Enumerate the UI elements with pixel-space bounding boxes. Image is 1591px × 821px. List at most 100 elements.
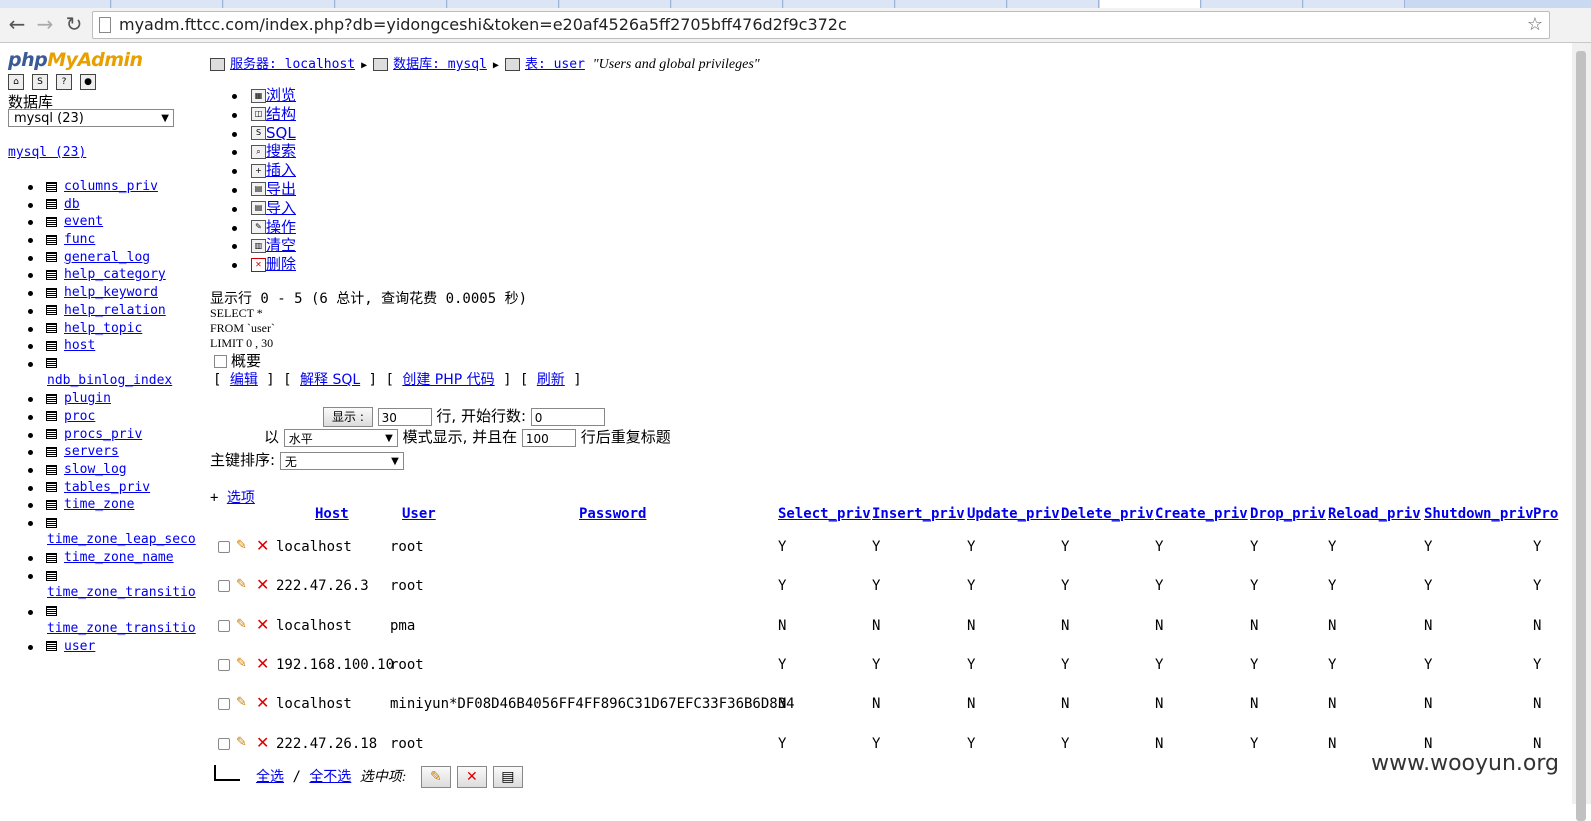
browser-tab[interactable] — [1008, 0, 1099, 8]
select-all-link[interactable]: 全选 — [256, 769, 284, 785]
table-icon[interactable] — [46, 287, 57, 298]
tab-label[interactable]: 操作 — [266, 218, 296, 236]
delete-selected-button[interactable]: ✕ — [456, 766, 487, 788]
tab-structure[interactable]: ◫ 结构 — [232, 105, 296, 124]
delete-x-icon[interactable]: ✕ — [256, 537, 269, 555]
table-icon[interactable] — [46, 252, 57, 263]
tab-browse[interactable]: ▦ 浏览 — [232, 86, 296, 105]
browser-tab[interactable] — [672, 0, 783, 8]
sidebar-table-link[interactable]: event — [64, 214, 103, 229]
edit-pencil-icon[interactable]: ✎ — [236, 539, 250, 553]
tab-search[interactable]: ⌕ 搜索 — [232, 142, 296, 161]
browser-tab-active[interactable] — [1100, 0, 1201, 8]
table-icon[interactable] — [46, 393, 57, 404]
tab-label[interactable]: 结构 — [266, 105, 296, 123]
table-icon[interactable] — [46, 234, 57, 245]
breadcrumb-database[interactable]: 数据库: mysql — [393, 57, 487, 72]
export-selected-button[interactable]: ▤ — [492, 766, 523, 788]
mode-select[interactable]: 水平 ▼ — [283, 428, 398, 447]
browser-tab[interactable] — [1304, 0, 1405, 8]
delete-x-icon[interactable]: ✕ — [256, 694, 269, 712]
sidebar-table-link[interactable]: help_category — [64, 267, 166, 282]
vertical-scrollbar[interactable] — [1572, 43, 1591, 821]
edit-selected-button[interactable]: ✎ — [420, 766, 451, 788]
address-bar[interactable]: myadm.fttcc.com/index.php?db=yidongceshi… — [92, 11, 1550, 39]
sidebar-table-link[interactable]: servers — [64, 444, 119, 459]
table-icon[interactable] — [46, 517, 57, 528]
database-link[interactable]: mysql (23) — [8, 145, 86, 160]
tab-insert[interactable]: + 插入 — [232, 161, 296, 180]
tab-sql[interactable]: S SQL — [232, 124, 296, 143]
breadcrumb-table[interactable]: 表: user — [525, 57, 585, 72]
phpmyadmin-logo[interactable]: phpMyAdmin — [8, 49, 143, 71]
back-arrow-icon[interactable]: ← — [5, 12, 29, 36]
sidebar-table-link[interactable]: help_topic — [64, 321, 142, 336]
row-checkbox[interactable] — [218, 658, 230, 671]
sidebar-table-link[interactable]: plugin — [64, 391, 111, 406]
sidebar-table-link[interactable]: time_zone — [64, 497, 134, 512]
table-icon[interactable] — [46, 181, 57, 192]
row-checkbox[interactable] — [218, 619, 230, 632]
sidebar-table-link[interactable]: time_zone_leap_seco — [47, 531, 196, 549]
tab-empty[interactable]: ▥ 清空 — [232, 236, 296, 255]
table-icon[interactable] — [46, 323, 57, 333]
table-icon[interactable] — [46, 305, 57, 316]
table-icon[interactable] — [46, 358, 57, 369]
docs-icon[interactable]: ● — [80, 74, 96, 90]
sort-column-link[interactable]: Shutdown_priv — [1424, 506, 1534, 522]
edit-pencil-icon[interactable]: ✎ — [236, 656, 250, 671]
browser-tab[interactable] — [896, 0, 1007, 8]
sort-column-link[interactable]: Password — [579, 506, 646, 522]
browser-tab[interactable] — [112, 0, 223, 8]
browser-tab[interactable] — [784, 0, 895, 8]
table-icon[interactable] — [46, 216, 57, 227]
home-icon[interactable]: ⌂ — [8, 74, 24, 90]
browser-tab[interactable] — [336, 0, 447, 8]
sort-column-link[interactable]: Select_priv — [778, 506, 871, 522]
row-checkbox[interactable] — [218, 698, 230, 711]
browser-tab[interactable] — [0, 0, 111, 8]
delete-x-icon[interactable]: ✕ — [256, 615, 269, 634]
sidebar-table-link[interactable]: help_relation — [64, 303, 166, 318]
edit-pencil-icon[interactable]: ✎ — [236, 578, 250, 592]
row-checkbox[interactable] — [218, 737, 230, 750]
sidebar-table-link[interactable]: slow_log — [64, 462, 127, 477]
tab-operations[interactable]: ✎ 操作 — [232, 218, 296, 237]
sort-column-link[interactable]: Drop_priv — [1250, 506, 1326, 522]
delete-x-icon[interactable]: ✕ — [256, 576, 269, 594]
row-checkbox[interactable] — [218, 541, 230, 553]
tab-label[interactable]: 清空 — [266, 236, 296, 254]
sort-column-link[interactable]: Reload_priv — [1328, 506, 1421, 522]
rows-input[interactable]: 30 — [377, 407, 432, 426]
sidebar-table-link[interactable]: time_zone_transitio — [47, 620, 196, 638]
sort-select[interactable]: 无 ▼ — [279, 451, 404, 470]
sidebar-table-link[interactable]: time_zone_transitio — [47, 584, 196, 602]
edit-pencil-icon[interactable]: ✎ — [236, 617, 250, 632]
table-icon[interactable] — [46, 482, 57, 493]
edit-pencil-icon[interactable]: ✎ — [236, 735, 250, 750]
table-icon[interactable] — [46, 464, 57, 475]
table-icon[interactable] — [46, 570, 57, 581]
tab-label[interactable]: SQL — [266, 124, 296, 142]
sidebar-table-link[interactable]: db — [64, 197, 80, 212]
sort-column-link[interactable]: Delete_priv — [1061, 506, 1154, 522]
sidebar-table-link[interactable]: host — [64, 338, 95, 353]
table-icon[interactable] — [46, 411, 57, 422]
table-icon[interactable] — [46, 269, 57, 280]
reload-icon[interactable]: ↻ — [62, 12, 86, 36]
show-button[interactable]: 显示 : — [323, 406, 373, 427]
sidebar-table-link[interactable]: proc — [64, 409, 95, 424]
sidebar-table-link[interactable]: general_log — [64, 250, 150, 265]
breadcrumb-server[interactable]: 服务器: localhost — [230, 57, 355, 72]
table-icon[interactable] — [46, 340, 57, 351]
table-icon[interactable] — [46, 446, 57, 457]
browser-tab[interactable] — [1202, 0, 1303, 8]
table-icon[interactable] — [46, 429, 57, 440]
tab-drop[interactable]: ✕ 删除 — [232, 255, 296, 274]
tab-label[interactable]: 删除 — [266, 255, 296, 273]
scrollbar-thumb[interactable] — [1576, 51, 1586, 821]
refresh-link[interactable]: 刷新 — [537, 372, 565, 388]
table-icon[interactable] — [46, 499, 57, 510]
tab-import[interactable]: ▤ 导入 — [232, 199, 296, 218]
sidebar-table-link[interactable]: help_keyword — [64, 285, 158, 300]
